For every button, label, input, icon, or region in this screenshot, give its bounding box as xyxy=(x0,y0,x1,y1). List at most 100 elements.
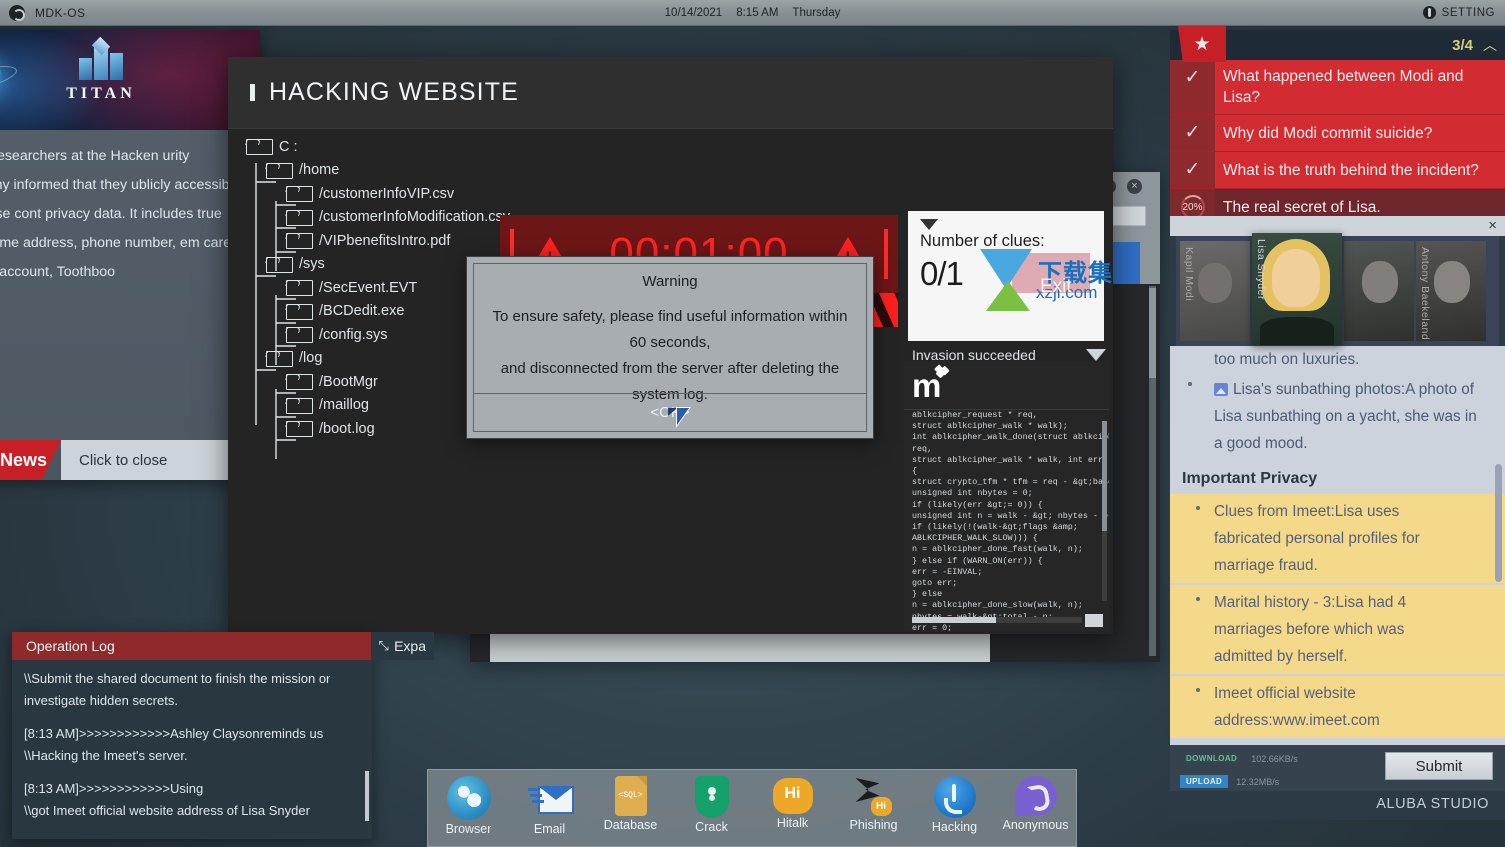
file-tree-label: /config.sys xyxy=(319,327,388,343)
check-icon: ✓ xyxy=(1170,60,1215,114)
warning-dialog-title: Warning xyxy=(474,273,866,290)
app-dock: BrowserEmail<SQL>DatabaseCrackHiHitalkHi… xyxy=(427,769,1077,847)
expand-label: Expa xyxy=(394,638,426,654)
gear-icon xyxy=(1423,6,1436,19)
titan-mark-icon xyxy=(75,40,127,82)
dock-item-database[interactable]: <SQL> Database xyxy=(595,776,667,832)
right-sidebar: ★ 3/4 ︿ ✓What happened between Modi and … xyxy=(1170,30,1505,820)
submit-button[interactable]: Submit xyxy=(1385,752,1493,780)
fishhook-icon xyxy=(934,776,976,818)
folder-icon xyxy=(286,373,312,390)
file-tree-label: /home xyxy=(299,162,339,178)
operation-log-scrollbar[interactable] xyxy=(365,771,369,821)
character-portrait[interactable]: Lisa Snyder xyxy=(1252,233,1342,345)
character-portrait[interactable] xyxy=(1344,241,1414,341)
folder-icon xyxy=(266,350,292,367)
close-icon[interactable]: × xyxy=(1127,179,1142,194)
questions-list: ✓What happened between Modi and Lisa?✓Wh… xyxy=(1170,60,1505,227)
character-portrait-strip: Kapil Modi Lisa Snyder Antony Baekeland xyxy=(1176,236,1499,346)
operation-log-header: Operation Log ⤢ Expa xyxy=(12,632,372,660)
hacking-window-title: HACKING WEBSITE xyxy=(269,78,519,107)
dock-item-label: Hitalk xyxy=(757,816,829,830)
invasion-caret-down-icon[interactable] xyxy=(1086,349,1106,361)
system-clock: 10/14/2021 8:15 AM Thursday xyxy=(665,7,841,19)
star-badge: ★ xyxy=(1178,26,1226,62)
browser-input-bar[interactable] xyxy=(490,634,990,662)
important-privacy-title: Important Privacy xyxy=(1170,460,1505,494)
star-icon: ★ xyxy=(1193,35,1210,54)
clock-weekday: Thursday xyxy=(792,7,840,19)
operation-log-line: \\Hacking the Imeet's server. xyxy=(24,745,360,767)
file-tree-label: /VIPbenefitsIntro.pdf xyxy=(319,233,450,249)
expand-arrows-icon: ⤢ xyxy=(379,638,389,654)
imeet-code-panel[interactable]: m ablkcipher_request * req, struct ablkc… xyxy=(904,361,1109,631)
watermark-green-arrow-icon xyxy=(986,281,1030,311)
file-tree-label: /BootMgr xyxy=(319,374,378,390)
operation-log-expand-button[interactable]: ⤢ Expa xyxy=(371,632,434,660)
folder-icon xyxy=(286,326,312,343)
dock-item-label: Database xyxy=(595,818,667,832)
news-panel[interactable]: TITAN er 13, researchers at the Hacken u… xyxy=(0,30,260,480)
file-tree-row[interactable]: C : xyxy=(242,135,572,159)
question-row[interactable]: ✓Why did Modi commit suicide? xyxy=(1170,115,1505,152)
dock-item-label: Hacking xyxy=(919,820,991,834)
photo-icon xyxy=(1214,383,1228,396)
file-tree-label: /customerInfoModification.csv xyxy=(319,209,510,225)
studio-credit: ALUBA STUDIO xyxy=(1376,796,1489,812)
dock-item-crack[interactable]: Crack xyxy=(676,776,748,834)
check-icon: ✓ xyxy=(1170,152,1215,188)
dock-item-hitalk[interactable]: Hi Hitalk xyxy=(757,776,829,830)
clue-pane-scrollbar[interactable] xyxy=(1495,464,1502,582)
dock-item-anonymous[interactable]: Anonymous xyxy=(1000,776,1072,832)
code-horizontal-scrollbar[interactable] xyxy=(912,617,1082,623)
portrait-name-label: Kapil Modi xyxy=(1183,247,1195,301)
code-panel-button[interactable] xyxy=(1085,614,1103,627)
folder-icon xyxy=(286,279,312,296)
news-article-text: er 13, researchers at the Hacken urity c… xyxy=(0,130,260,440)
dock-item-browser[interactable]: Browser xyxy=(433,776,505,836)
exit-button[interactable]: Exit xyxy=(1040,276,1072,298)
shield-key-icon xyxy=(695,776,729,818)
dock-item-hacking[interactable]: Hacking xyxy=(919,776,991,834)
download-value: 102.66KB/s xyxy=(1251,754,1298,764)
dock-item-email[interactable]: Email xyxy=(514,776,586,836)
titan-logo: TITAN xyxy=(0,40,260,103)
folder-icon xyxy=(286,185,312,202)
chevron-up-icon[interactable]: ︿ xyxy=(1483,35,1497,55)
warning-line-1: To ensure safety, please find useful inf… xyxy=(488,304,852,330)
browser-scrollbar[interactable] xyxy=(1149,286,1156,656)
operation-log-line: \\got Imeet official website address of … xyxy=(24,800,360,822)
close-icon[interactable]: × xyxy=(1488,217,1497,235)
operation-log-line: investigate hidden secrets. xyxy=(24,690,360,712)
folder-icon xyxy=(286,420,312,437)
code-vertical-scrollbar[interactable] xyxy=(1102,421,1107,601)
operation-log-body: \\Submit the shared document to finish t… xyxy=(12,660,372,835)
file-tree-label: /boot.log xyxy=(319,421,375,437)
browser-url-box[interactable] xyxy=(1110,206,1146,226)
portrait-name-label: Lisa Snyder xyxy=(1255,239,1267,300)
sql-file-icon: <SQL> xyxy=(615,776,647,816)
hi-bubble-icon: Hi xyxy=(773,778,813,814)
folder-icon xyxy=(286,303,312,320)
progress-percent: 20% xyxy=(1182,202,1202,213)
bullet-dot-icon xyxy=(1188,382,1192,386)
download-label: DOWNLOAD xyxy=(1180,752,1243,765)
setting-label: SETTING xyxy=(1442,7,1495,19)
bullet-dot-icon xyxy=(1196,688,1200,692)
setting-button[interactable]: SETTING xyxy=(1423,6,1495,19)
character-portrait[interactable]: Antony Baekeland xyxy=(1416,241,1486,341)
file-tree-row[interactable]: /customerInfoVIP.csv xyxy=(242,182,572,206)
dock-item-phishing[interactable]: HiPhishing xyxy=(838,776,910,832)
upload-label: UPLOAD xyxy=(1180,775,1228,788)
character-portrait[interactable]: Kapil Modi xyxy=(1180,241,1250,341)
file-tree-row[interactable]: /home xyxy=(242,159,572,183)
question-row[interactable]: ✓What happened between Modi and Lisa? xyxy=(1170,60,1505,115)
clue-reading-pane: too much on luxuries. Lisa's sunbathing … xyxy=(1170,346,1505,766)
upload-value: 12.32MB/s xyxy=(1236,777,1279,787)
file-tree-label: /sys xyxy=(299,256,325,272)
question-row[interactable]: ✓What is the truth behind the incident? xyxy=(1170,152,1505,189)
dock-item-label: Phishing xyxy=(838,818,910,832)
caret-down-icon xyxy=(920,219,938,230)
operation-log-panel[interactable]: Operation Log ⤢ Expa \\Submit the shared… xyxy=(12,632,372,839)
clock-date: 10/14/2021 xyxy=(665,7,723,19)
